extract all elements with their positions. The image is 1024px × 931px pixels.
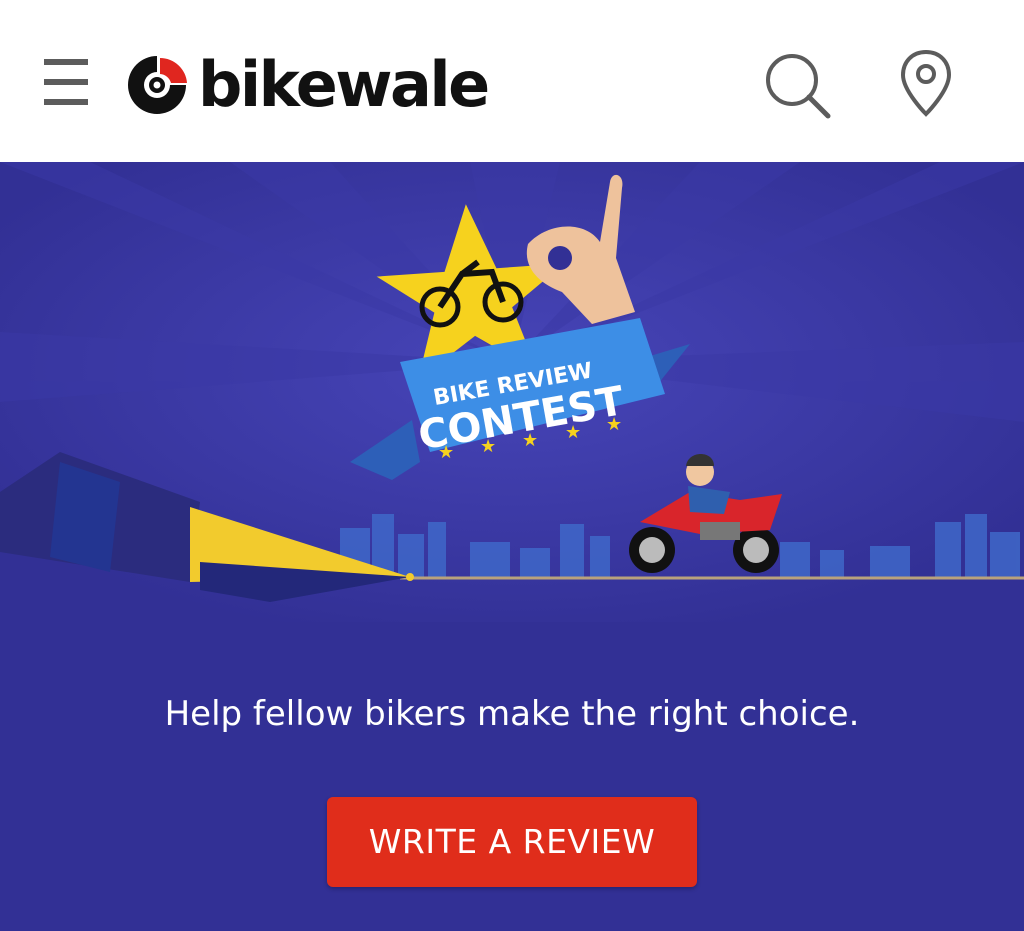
svg-text:★: ★ [606,414,622,435]
bikewale-logo-icon [128,56,187,114]
contest-illustration: BIKE REVIEW CONTEST ★ ★ ★ ★ ★ [0,162,1024,622]
svg-text:★: ★ [565,422,581,443]
brand-name: bikewale [198,48,490,121]
top-app-bar: bikewale [0,0,1024,162]
write-review-button[interactable]: WRITE A REVIEW [327,797,697,887]
review-contest-banner: BIKE REVIEW CONTEST ★ ★ ★ ★ ★ Help fellow … [0,162,1024,931]
search-icon[interactable] [762,50,832,120]
location-pin-icon[interactable] [898,48,954,118]
svg-text:★: ★ [438,442,454,463]
hamburger-menu-icon[interactable] [42,57,90,107]
svg-text:★: ★ [522,430,538,451]
svg-text:★: ★ [480,436,496,457]
bikewale-logo[interactable]: bikewale [124,48,490,121]
contest-tagline: Help fellow bikers make the right choice… [164,694,860,734]
